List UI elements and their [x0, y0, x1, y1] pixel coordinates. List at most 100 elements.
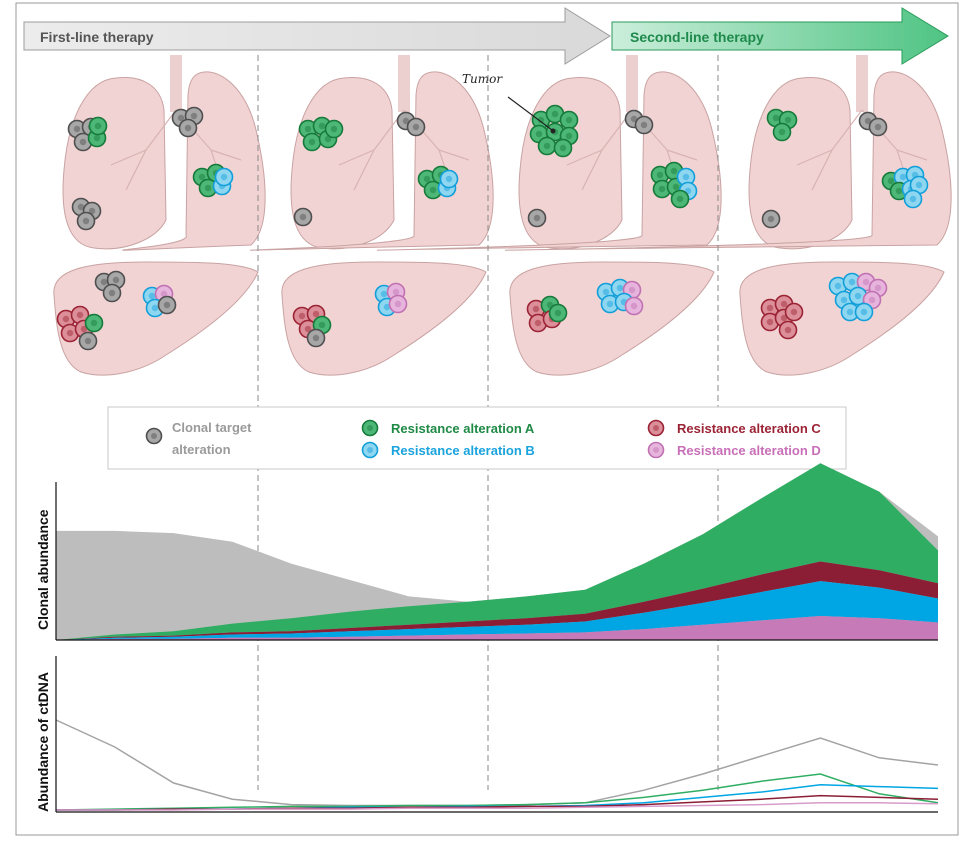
legend-swatch-nucleus — [151, 433, 157, 439]
cell-nucleus — [330, 125, 338, 133]
cell-A — [553, 138, 573, 158]
legend-label-B: Resistance alteration B — [391, 443, 535, 458]
cell-nucleus — [163, 301, 171, 309]
cell-nucleus — [551, 110, 559, 118]
trachea — [170, 55, 182, 112]
cell-A — [84, 313, 104, 333]
cell-nucleus — [392, 288, 400, 296]
cell-D — [388, 294, 408, 314]
cell-nucleus — [84, 337, 92, 345]
cell-nucleus — [184, 124, 192, 132]
cell-nucleus — [148, 292, 156, 300]
cell-nucleus — [73, 125, 81, 133]
legend-label-C: Resistance alteration C — [677, 421, 821, 436]
cell-nucleus — [860, 308, 868, 316]
cell-nucleus — [190, 112, 198, 120]
lung-lesion — [761, 209, 781, 229]
cell-nucleus — [670, 167, 678, 175]
cell-nucleus — [846, 308, 854, 316]
figure-svg: First-line therapy Second-line therapy T… — [15, 2, 959, 836]
cell-nucleus — [412, 123, 420, 131]
cell-nucleus — [554, 309, 562, 317]
cell-nucleus — [766, 318, 774, 326]
cell-nucleus — [380, 290, 388, 298]
cell-clonal — [157, 295, 177, 315]
cell-C — [784, 302, 804, 322]
cell-nucleus — [790, 308, 798, 316]
area-layer — [56, 463, 938, 640]
cell-nucleus — [899, 173, 907, 181]
legend-label-A: Resistance alteration A — [391, 421, 535, 436]
cell-nucleus — [100, 278, 108, 286]
cell-nucleus — [778, 128, 786, 136]
legend-swatch-nucleus — [653, 447, 659, 453]
cell-A — [772, 122, 792, 142]
cell-nucleus — [766, 304, 774, 312]
cell-clonal — [293, 207, 313, 227]
cell-nucleus — [90, 319, 98, 327]
cell-clonal — [634, 115, 654, 135]
cell-clonal — [527, 208, 547, 228]
cell-A — [559, 110, 579, 130]
biopsy-dot — [550, 128, 556, 134]
ctdna-chart: Abundance of ctDNA — [35, 656, 939, 813]
cell-nucleus — [915, 181, 923, 189]
cell-nucleus — [834, 282, 842, 290]
lung-lesion — [293, 207, 313, 227]
cell-nucleus — [220, 173, 228, 181]
cell-nucleus — [112, 276, 120, 284]
cell-nucleus — [658, 185, 666, 193]
cell-nucleus — [616, 284, 624, 292]
legend-label-clonal-line2: alteration — [172, 442, 231, 457]
cell-nucleus — [559, 144, 567, 152]
cell-nucleus — [780, 300, 788, 308]
cell-A — [537, 136, 557, 156]
trachea — [856, 55, 868, 112]
cell-nucleus — [304, 125, 312, 133]
tumor-label: Tumor — [462, 72, 503, 86]
legend-box — [107, 406, 847, 470]
cell-nucleus — [874, 284, 882, 292]
cell-nucleus — [672, 183, 680, 191]
cell-A — [88, 116, 108, 136]
legend-swatch-nucleus — [367, 425, 373, 431]
legend-swatch-nucleus — [653, 425, 659, 431]
cell-nucleus — [394, 300, 402, 308]
cell-nucleus — [628, 286, 636, 294]
cell-B — [854, 302, 874, 322]
cell-nucleus — [543, 142, 551, 150]
cell-nucleus — [772, 114, 780, 122]
cell-nucleus — [887, 177, 895, 185]
cell-nucleus — [640, 121, 648, 129]
cell-nucleus — [318, 122, 326, 130]
cell-nucleus — [312, 334, 320, 342]
cell-nucleus — [82, 217, 90, 225]
cell-nucleus — [318, 321, 326, 329]
organ-panels — [53, 55, 952, 376]
trachea — [398, 55, 410, 112]
cell-clonal — [178, 118, 198, 138]
cell-nucleus — [532, 305, 540, 313]
cell-nucleus — [854, 292, 862, 300]
clonal-abundance-chart: Clonal abundance — [35, 463, 938, 641]
figure: First-line therapy Second-line therapy T… — [0, 0, 974, 841]
cell-nucleus — [848, 278, 856, 286]
cell-clonal — [406, 117, 426, 137]
legend-label-D: Resistance alteration D — [677, 443, 821, 458]
cell-B — [439, 169, 459, 189]
cell-nucleus — [868, 296, 876, 304]
cell-A — [548, 303, 568, 323]
cell-nucleus — [76, 311, 84, 319]
cell-nucleus — [784, 116, 792, 124]
cell-nucleus — [602, 288, 610, 296]
cell-nucleus — [299, 213, 307, 221]
cell-nucleus — [895, 187, 903, 195]
liver-lesion — [596, 278, 644, 316]
cell-A — [670, 189, 690, 209]
cell-clonal — [761, 209, 781, 229]
cell-nucleus — [682, 173, 690, 181]
line-ylabel: Abundance of ctDNA — [35, 672, 51, 812]
cell-nucleus — [533, 214, 541, 222]
cell-nucleus — [840, 296, 848, 304]
cell-A — [324, 119, 344, 139]
